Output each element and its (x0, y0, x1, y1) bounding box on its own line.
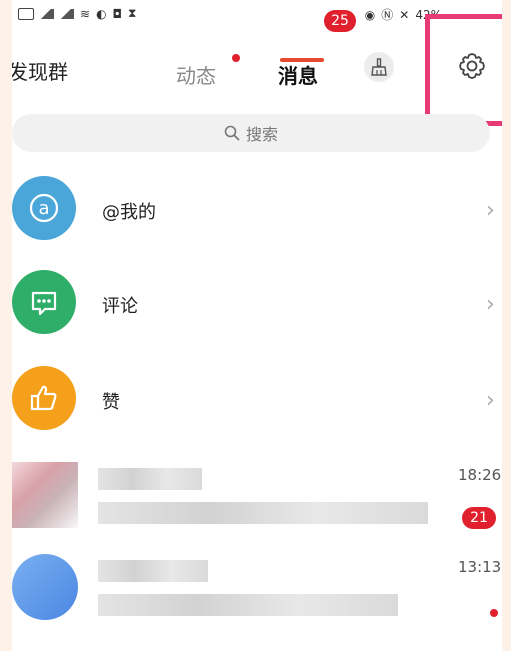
eye-icon: ◉ (364, 7, 376, 22)
hourglass-icon: ⧗ (128, 6, 137, 20)
signal-icon (60, 8, 74, 19)
alarm-icon: ✕ (399, 7, 410, 22)
nfc-icon: Ⓝ (381, 8, 394, 22)
at-avatar: a (12, 176, 76, 240)
row-at-me[interactable]: a @我的 › (12, 176, 502, 262)
search-placeholder: 搜索 (245, 125, 278, 144)
active-tab-indicator (280, 58, 324, 62)
blurred-preview (98, 502, 428, 524)
search-bar[interactable]: 搜索 (12, 114, 490, 152)
conversation-avatar (12, 462, 78, 528)
conversation-item[interactable]: 18:26 21 (12, 462, 502, 548)
signal-icon (40, 8, 54, 19)
status-left: ≋ ◐ ◘ ⧗ (18, 6, 136, 21)
discover-groups-link[interactable]: 发现群 (12, 56, 68, 85)
app-icon: ◐ (96, 6, 107, 21)
unread-badge: 21 (462, 507, 496, 529)
row-label-likes: 赞 (102, 392, 120, 413)
row-likes[interactable]: 赞 › (12, 366, 502, 452)
wifi-icon: ≋ (80, 6, 91, 21)
row-label-at-me: @我的 (102, 202, 156, 223)
row-label-comments: 评论 (102, 296, 138, 317)
thumbs-up-icon (30, 385, 57, 411)
comment-avatar (12, 270, 76, 334)
blurred-name (98, 560, 208, 582)
unread-dot (490, 609, 498, 617)
comment-icon (31, 291, 57, 316)
conversation-time: 18:26 (458, 466, 502, 484)
highlight-box (425, 14, 502, 126)
app-icon: ◘ (112, 6, 123, 21)
screen: ≋ ◐ ◘ ⧗ ◉ Ⓝ ✕ 42% 发现群 动态 消息 25 搜索 a @我的 … (12, 0, 502, 651)
at-icon: a (29, 193, 59, 223)
chevron-right-icon: › (486, 388, 495, 413)
tab-dongtai-dot (232, 54, 240, 62)
tab-xiaoxi[interactable]: 消息 (278, 60, 318, 89)
conversation-time: 13:13 (458, 558, 502, 576)
conversation-item[interactable]: 13:13 (12, 554, 502, 640)
row-comments[interactable]: 评论 › (12, 270, 502, 356)
broom-icon (371, 58, 387, 76)
hd-icon (18, 7, 34, 20)
clear-unread-button[interactable] (364, 52, 394, 82)
messages-badge: 25 (324, 10, 356, 32)
conversation-avatar (12, 554, 78, 620)
like-avatar (12, 366, 76, 430)
chevron-right-icon: › (486, 198, 495, 223)
search-icon (224, 125, 240, 141)
svg-text:a: a (38, 198, 49, 219)
blurred-name (98, 468, 202, 490)
tab-dongtai[interactable]: 动态 (176, 60, 216, 89)
chevron-right-icon: › (486, 292, 495, 317)
blurred-preview (98, 594, 398, 616)
